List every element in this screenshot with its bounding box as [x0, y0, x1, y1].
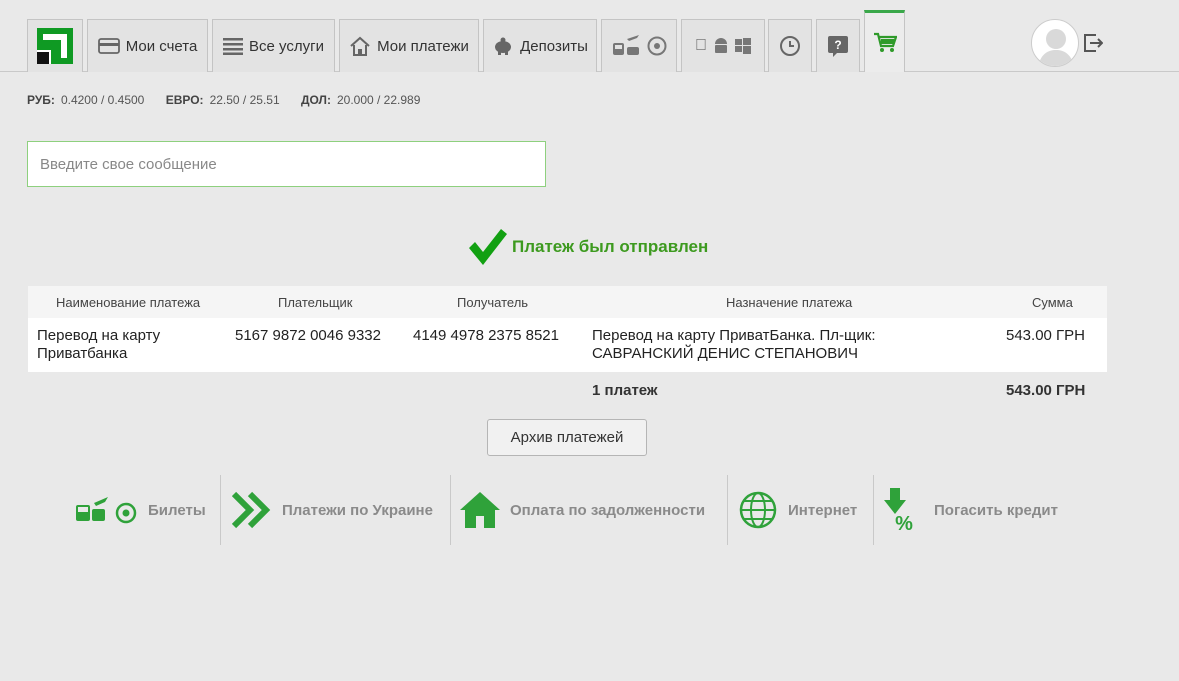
- double-chevron-icon: [232, 491, 271, 529]
- tab-my-payments[interactable]: Мои платежи: [339, 19, 479, 72]
- cell-receiver: 4149 4978 2375 8521: [413, 327, 559, 344]
- tab-label: Мои счета: [125, 37, 198, 55]
- transport-icon: [613, 35, 639, 55]
- list-icon: [223, 38, 244, 55]
- percent-down-icon: %: [884, 488, 913, 532]
- tab-help[interactable]: ?: [816, 19, 860, 72]
- quick-link-label: Погасить кредит: [934, 501, 1058, 519]
- quick-link-label: Оплата по задолженности: [510, 501, 706, 519]
- payments-archive-button[interactable]: Архив платежей: [487, 419, 647, 456]
- column-header-receiver: Получатель: [457, 295, 529, 310]
- tab-my-accounts[interactable]: Мои счета: [87, 19, 208, 72]
- privatbank-logo-icon: [37, 28, 73, 64]
- status-text: Платеж был отправлен: [512, 237, 709, 256]
- cell-amount: 543.00 ГРН: [1006, 327, 1086, 344]
- tab-mobile-apps[interactable]: : [681, 19, 765, 72]
- history-icon: [780, 36, 800, 56]
- android-icon: [715, 38, 727, 53]
- total-count: 1 платеж: [592, 382, 658, 399]
- tab-tickets[interactable]: [601, 19, 677, 72]
- home-icon: [350, 36, 370, 56]
- quick-link-ukraine-payments[interactable]: Платежи по Украине: [232, 475, 433, 545]
- tab-label: Депозиты: [520, 37, 588, 55]
- column-header-amount: Сумма: [1032, 295, 1073, 310]
- table-row: Перевод на карту Приватбанка 5167 9872 00…: [28, 318, 1107, 372]
- top-navigation: Мои счета Все услуги Мои платежи Депозит…: [0, 0, 1179, 72]
- column-header-payer: Плательщик: [278, 295, 353, 310]
- user-silhouette-icon: [1038, 29, 1074, 66]
- table-header: Наименование платежа Плательщик Получате…: [28, 286, 1107, 318]
- tickets-icon: [76, 497, 137, 524]
- tab-history[interactable]: [768, 19, 812, 72]
- quick-link-tickets[interactable]: Билеты: [74, 475, 206, 545]
- quick-link-internet[interactable]: Интернет: [738, 475, 857, 545]
- rate-usd: ДОЛ: 20.000 / 22.989: [300, 93, 421, 107]
- cell-purpose: Перевод на карту ПриватБанка. Пл-щик: САВ…: [592, 327, 876, 362]
- home-logo-tab[interactable]: [27, 19, 83, 72]
- house-icon: [460, 492, 500, 528]
- total-amount: 543.00 ГРН: [1006, 382, 1086, 399]
- tab-cart[interactable]: [864, 10, 905, 72]
- windows-icon: [735, 38, 751, 54]
- ball-icon: [647, 36, 667, 56]
- payment-status: Платеж был отправлен: [466, 226, 708, 268]
- divider: [727, 475, 728, 545]
- payment-table: Наименование платежа Плательщик Получате…: [28, 286, 1107, 410]
- column-header-purpose: Назначение платежа: [726, 295, 853, 310]
- quick-link-label: Билеты: [148, 501, 206, 519]
- globe-icon: [739, 491, 777, 529]
- apple-icon: : [695, 37, 707, 55]
- tab-label: Мои платежи: [377, 37, 469, 55]
- divider: [873, 475, 874, 545]
- user-avatar[interactable]: [1031, 19, 1079, 67]
- checkmark-icon: [469, 229, 507, 265]
- divider: [450, 475, 451, 545]
- tab-label: Все услуги: [249, 37, 324, 55]
- cart-icon: [873, 32, 897, 52]
- svg-text:?: ?: [834, 38, 841, 52]
- divider: [220, 475, 221, 545]
- rate-eur: ЕВРО: 22.50 / 25.51: [165, 93, 280, 107]
- svg-text:%: %: [895, 513, 913, 532]
- message-input[interactable]: [27, 141, 546, 187]
- quick-links: Билеты Платежи по Украине Оплата по задо…: [60, 475, 1080, 545]
- rate-rub: РУБ: 0.4200 / 0.4500: [27, 93, 145, 107]
- logout-icon[interactable]: [1083, 33, 1103, 53]
- quick-link-repay-credit[interactable]: % Погасить кредит: [884, 475, 1058, 545]
- column-header-name: Наименование платежа: [56, 295, 201, 310]
- tab-all-services[interactable]: Все услуги: [212, 19, 335, 72]
- exchange-rates: РУБ: 0.4200 / 0.4500 ЕВРО: 22.50 / 25.51 Д…: [27, 93, 438, 107]
- cell-payer: 5167 9872 0046 9332: [235, 327, 381, 344]
- quick-link-debt-payment[interactable]: Оплата по задолженности: [460, 475, 705, 545]
- card-icon: [97, 38, 120, 54]
- piggy-bank-icon: [495, 37, 512, 55]
- table-total: 1 платеж 543.00 ГРН: [28, 372, 1107, 410]
- cell-payment-name: Перевод на карту Приватбанка: [37, 327, 161, 362]
- quick-link-label: Платежи по Украине: [282, 501, 433, 519]
- tab-deposits[interactable]: Депозиты: [483, 19, 597, 72]
- help-icon: ?: [828, 36, 848, 57]
- quick-link-label: Интернет: [788, 501, 858, 519]
